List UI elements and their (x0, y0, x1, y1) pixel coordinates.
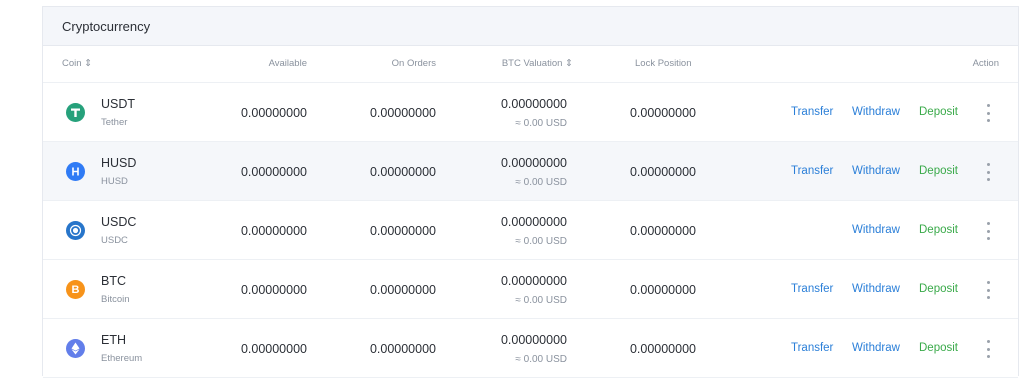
btc-valuation: 0.00000000 (500, 333, 567, 347)
lock-position-amount: 0.00000000 (629, 165, 696, 179)
more-options-icon[interactable] (983, 104, 993, 122)
bitcoin-icon: B (66, 280, 85, 299)
usd-valuation: ≈ 0.00 USD (515, 236, 567, 247)
btc-valuation: 0.00000000 (500, 274, 567, 288)
lock-position-amount: 0.00000000 (629, 224, 696, 238)
usdc-icon (66, 221, 85, 240)
table-row: ETH Ethereum 0.00000000 0.00000000 0.000… (43, 319, 1018, 378)
more-options-icon[interactable] (983, 222, 993, 240)
available-amount: 0.00000000 (240, 224, 307, 238)
usd-valuation: ≈ 0.00 USD (515, 118, 567, 129)
withdraw-link[interactable]: Withdraw (852, 106, 900, 118)
transfer-link[interactable]: Transfer (791, 165, 833, 177)
table-header: Coin ⇕ Available On Orders BTC Valuation… (43, 46, 1018, 83)
coin-name: Tether (101, 117, 128, 128)
usd-valuation: ≈ 0.00 USD (515, 177, 567, 188)
coin-symbol: USDT (101, 97, 136, 111)
column-btc-valuation-sort[interactable]: BTC Valuation ⇕ (502, 46, 573, 82)
deposit-link[interactable]: Deposit (919, 106, 958, 118)
deposit-link[interactable]: Deposit (919, 283, 958, 295)
cryptocurrency-panel: Cryptocurrency Coin ⇕ Available On Order… (42, 6, 1019, 378)
withdraw-link[interactable]: Withdraw (852, 342, 900, 354)
more-options-icon[interactable] (983, 163, 993, 181)
column-action: Action (972, 58, 999, 69)
usd-valuation: ≈ 0.00 USD (515, 295, 567, 306)
panel-title: Cryptocurrency (62, 18, 151, 34)
btc-valuation: 0.00000000 (500, 215, 567, 229)
table-row: B BTC Bitcoin 0.00000000 0.00000000 0.00… (43, 260, 1018, 319)
husd-icon (66, 162, 85, 181)
coin-name: Bitcoin (101, 294, 130, 305)
btc-valuation: 0.00000000 (500, 97, 567, 111)
on-orders-amount: 0.00000000 (369, 106, 436, 120)
ethereum-icon (66, 339, 85, 358)
coin-symbol: HUSD (101, 156, 137, 170)
coin-name: Ethereum (101, 353, 143, 364)
table-row: USDC USDC 0.00000000 0.00000000 0.000000… (43, 201, 1018, 260)
table-row: USDT Tether 0.00000000 0.00000000 0.0000… (43, 83, 1018, 142)
lock-position-amount: 0.00000000 (629, 283, 696, 297)
available-amount: 0.00000000 (240, 106, 307, 120)
transfer-link[interactable]: Transfer (791, 106, 833, 118)
usd-valuation: ≈ 0.00 USD (515, 354, 567, 365)
lock-position-amount: 0.00000000 (629, 106, 696, 120)
withdraw-link[interactable]: Withdraw (852, 224, 900, 236)
available-amount: 0.00000000 (240, 342, 307, 356)
coin-name: USDC (101, 235, 128, 246)
table-row: HUSD HUSD 0.00000000 0.00000000 0.000000… (43, 142, 1018, 201)
withdraw-link[interactable]: Withdraw (852, 165, 900, 177)
withdraw-link[interactable]: Withdraw (852, 283, 900, 295)
coin-symbol: ETH (101, 333, 126, 347)
column-available: Available (268, 58, 307, 69)
transfer-link[interactable]: Transfer (791, 283, 833, 295)
on-orders-amount: 0.00000000 (369, 342, 436, 356)
deposit-link[interactable]: Deposit (919, 342, 958, 354)
deposit-link[interactable]: Deposit (919, 165, 958, 177)
on-orders-amount: 0.00000000 (369, 165, 436, 179)
panel-header: Cryptocurrency (43, 7, 1018, 46)
transfer-link[interactable]: Transfer (791, 342, 833, 354)
on-orders-amount: 0.00000000 (369, 283, 436, 297)
column-on-orders: On Orders (391, 58, 436, 69)
column-lock-position: Lock Position (635, 58, 692, 69)
more-options-icon[interactable] (983, 281, 993, 299)
deposit-link[interactable]: Deposit (919, 224, 958, 236)
more-options-icon[interactable] (983, 340, 993, 358)
column-coin-sort[interactable]: Coin ⇕ (62, 46, 92, 82)
coin-symbol: BTC (101, 274, 126, 288)
coin-name: HUSD (101, 176, 128, 187)
available-amount: 0.00000000 (240, 283, 307, 297)
lock-position-amount: 0.00000000 (629, 342, 696, 356)
available-amount: 0.00000000 (240, 165, 307, 179)
btc-valuation: 0.00000000 (500, 156, 567, 170)
tether-icon (66, 103, 85, 122)
coin-symbol: USDC (101, 215, 137, 229)
on-orders-amount: 0.00000000 (369, 224, 436, 238)
